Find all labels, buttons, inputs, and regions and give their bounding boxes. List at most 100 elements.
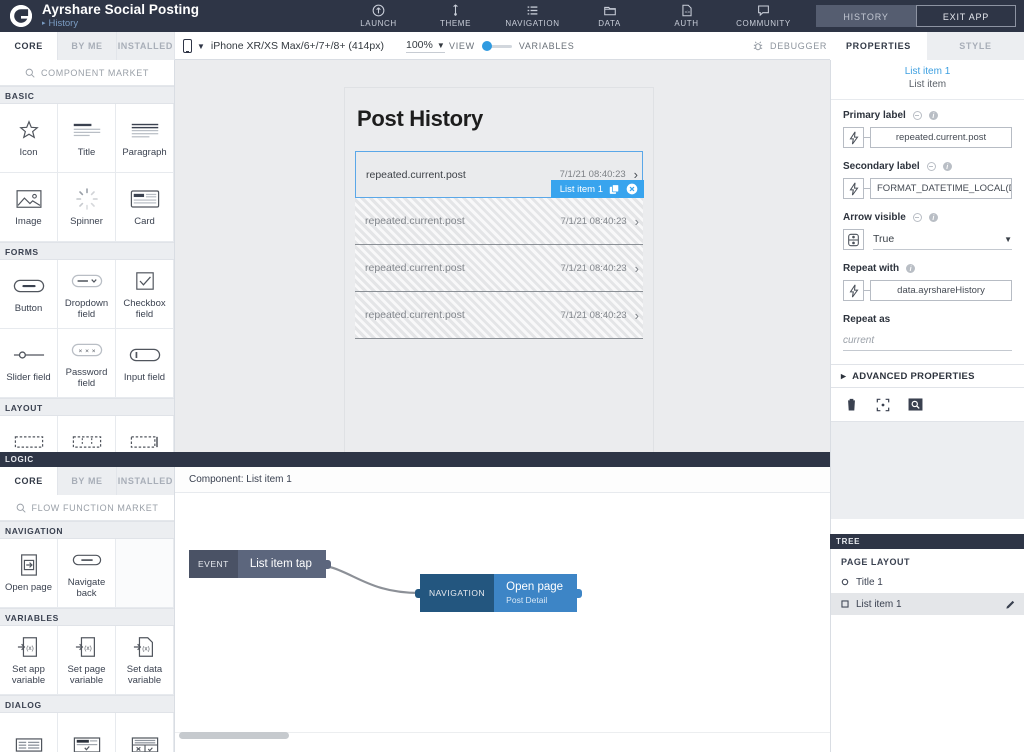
component-scroll-view[interactable]: Scroll view: [116, 416, 174, 452]
component-row[interactable]: Row: [58, 416, 116, 452]
formula-icon[interactable]: [843, 127, 864, 148]
advanced-properties-label: ADVANCED PROPERTIES: [852, 370, 975, 382]
top-nav-theme[interactable]: THEME: [417, 4, 494, 28]
flow-toast[interactable]: [0, 713, 58, 752]
flow-alert[interactable]: [58, 713, 116, 752]
component-tab-core[interactable]: CORE: [0, 32, 59, 60]
flow-navigate-back[interactable]: Navigate back: [58, 539, 116, 608]
duplicate-icon[interactable]: [609, 183, 620, 195]
component-icon[interactable]: Icon: [0, 104, 58, 173]
view-variables-slider[interactable]: [481, 41, 512, 51]
remove-binding-icon[interactable]: [926, 162, 936, 171]
pencil-icon[interactable]: [1005, 599, 1016, 610]
toggle-icon[interactable]: [843, 229, 864, 250]
phone-preview[interactable]: Post History repeated.current.post 7/1/2…: [345, 88, 653, 452]
flow-set-page-variable[interactable]: (x) Set page variable: [58, 626, 116, 695]
flow-node-navigation[interactable]: NAVIGATION Open page Post Detail: [415, 574, 583, 612]
flow-open-page[interactable]: Open page: [0, 539, 58, 608]
logic-tab-core[interactable]: CORE: [0, 467, 59, 495]
focus-icon[interactable]: [876, 398, 890, 412]
component-button[interactable]: Button: [0, 260, 58, 329]
star-icon: [18, 117, 40, 143]
component-title[interactable]: Title: [58, 104, 116, 173]
top-nav-community[interactable]: COMMUNITY: [725, 4, 802, 28]
list-item-repeat[interactable]: repeated.current.post 7/1/21 08:40:23 ›: [355, 245, 643, 292]
component-card[interactable]: Card: [116, 173, 174, 242]
primary-label-value[interactable]: repeated.current.post: [870, 127, 1012, 148]
page-title: Post History: [357, 106, 483, 131]
chevron-right-icon: ›: [634, 307, 639, 323]
device-selector[interactable]: ▼ iPhone XR/XS Max/6+/7+/8+ (414px) 100%…: [183, 32, 445, 60]
flow-confirm[interactable]: [116, 713, 174, 752]
exit-app-button[interactable]: EXIT APP: [916, 5, 1016, 27]
arrow-visible-select[interactable]: True ▼: [873, 229, 1012, 250]
tree-item-list-item-1[interactable]: List item 1: [831, 593, 1024, 615]
component-paragraph[interactable]: Paragraph: [116, 104, 174, 173]
remove-binding-icon[interactable]: [912, 213, 922, 222]
info-icon[interactable]: i: [928, 213, 938, 222]
list-component: repeated.current.post 7/1/21 08:40:23 › …: [355, 151, 644, 339]
component-password-field[interactable]: × × × Password field: [58, 329, 116, 398]
component-checkbox-field[interactable]: Checkbox field: [116, 260, 174, 329]
inspect-icon[interactable]: [908, 398, 923, 411]
selected-component-header: List item 1 List item: [831, 60, 1024, 100]
breadcrumb-label: History: [48, 18, 79, 30]
top-nav-launch[interactable]: LAUNCH: [340, 4, 417, 28]
component-container[interactable]: Container: [0, 416, 58, 452]
tab-properties[interactable]: PROPERTIES: [830, 32, 927, 60]
flow-node-event[interactable]: EVENT List item tap: [189, 550, 331, 578]
component-market-search[interactable]: COMPONENT MARKET: [0, 60, 174, 86]
section-variables: VARIABLES: [0, 608, 174, 626]
list-item-repeat[interactable]: List item 1 repeated.current.post 7/1/21…: [355, 180, 644, 245]
component-tab-installed[interactable]: INSTALLED: [116, 32, 175, 60]
component-image[interactable]: Image: [0, 173, 58, 242]
history-button[interactable]: HISTORY: [816, 5, 916, 27]
advanced-properties-toggle[interactable]: ▸ ADVANCED PROPERTIES: [831, 364, 1024, 388]
top-nav-data[interactable]: DATA: [571, 4, 648, 28]
logic-tab-installed[interactable]: INSTALLED: [116, 467, 174, 495]
repeat-as-input[interactable]: current: [843, 331, 1012, 351]
property-label: Repeat as: [843, 314, 891, 325]
device-name: iPhone XR/XS Max/6+/7+/8+ (414px): [210, 40, 384, 52]
remove-binding-icon[interactable]: [912, 111, 922, 120]
flow-node-output-plug[interactable]: [577, 588, 583, 598]
section-forms: FORMS: [0, 242, 174, 260]
logic-tab-by-me[interactable]: BY ME: [58, 467, 117, 495]
list-item-repeat[interactable]: repeated.current.post 7/1/21 08:40:23 ›: [355, 292, 643, 339]
top-nav-auth[interactable]: <> AUTH: [648, 4, 725, 28]
flow-set-app-variable[interactable]: (x) Set app variable: [0, 626, 58, 695]
tree-item-title-1[interactable]: Title 1: [831, 571, 1024, 593]
component-slider-field[interactable]: Slider field: [0, 329, 58, 398]
component-dropdown-field[interactable]: Dropdown field: [58, 260, 116, 329]
flow-function-search[interactable]: FLOW FUNCTION MARKET: [0, 495, 174, 521]
trash-icon[interactable]: [845, 397, 858, 412]
slider-knob[interactable]: [481, 41, 492, 51]
zoom-selector[interactable]: 100% ▼: [405, 39, 445, 53]
top-nav-navigation[interactable]: NAVIGATION: [494, 4, 571, 28]
secondary-label-value[interactable]: FORMAT_DATETIME_LOCAL(DAT...: [870, 178, 1012, 199]
info-icon[interactable]: i: [942, 162, 952, 171]
breadcrumb[interactable]: ▸ History: [42, 19, 199, 29]
close-circle-icon[interactable]: [626, 183, 638, 195]
flow-set-data-variable[interactable]: (x) Set data variable: [116, 626, 174, 695]
formula-icon[interactable]: [843, 280, 864, 301]
component-spinner[interactable]: Spinner: [58, 173, 116, 242]
view-variables-toggle[interactable]: VIEW VARIABLES: [449, 32, 574, 60]
top-nav: LAUNCH THEME NAVIGATION DATA <> AUTH COM…: [330, 4, 816, 28]
section-navigation: NAVIGATION: [0, 521, 174, 539]
component-tabs: CORE BY ME INSTALLED: [0, 32, 175, 60]
repeat-with-value[interactable]: data.ayrshareHistory: [870, 280, 1012, 301]
component-tab-by-me[interactable]: BY ME: [58, 32, 117, 60]
info-icon[interactable]: i: [906, 264, 916, 273]
logic-tabs: CORE BY ME INSTALLED: [0, 467, 174, 495]
info-icon[interactable]: i: [928, 111, 938, 120]
component-input-field[interactable]: Input field: [116, 329, 174, 398]
selection-badge[interactable]: List item 1: [550, 180, 644, 198]
flow-horizontal-scrollbar[interactable]: [179, 732, 289, 739]
flow-node-output-plug[interactable]: [325, 559, 331, 569]
flow-function-panel: CORE BY ME INSTALLED FLOW FUNCTION MARKE…: [0, 467, 175, 752]
debugger-button[interactable]: DEBUGGER: [752, 32, 827, 60]
title-icon: [72, 117, 102, 143]
tab-style[interactable]: STYLE: [927, 32, 1024, 60]
formula-icon[interactable]: [843, 178, 864, 199]
